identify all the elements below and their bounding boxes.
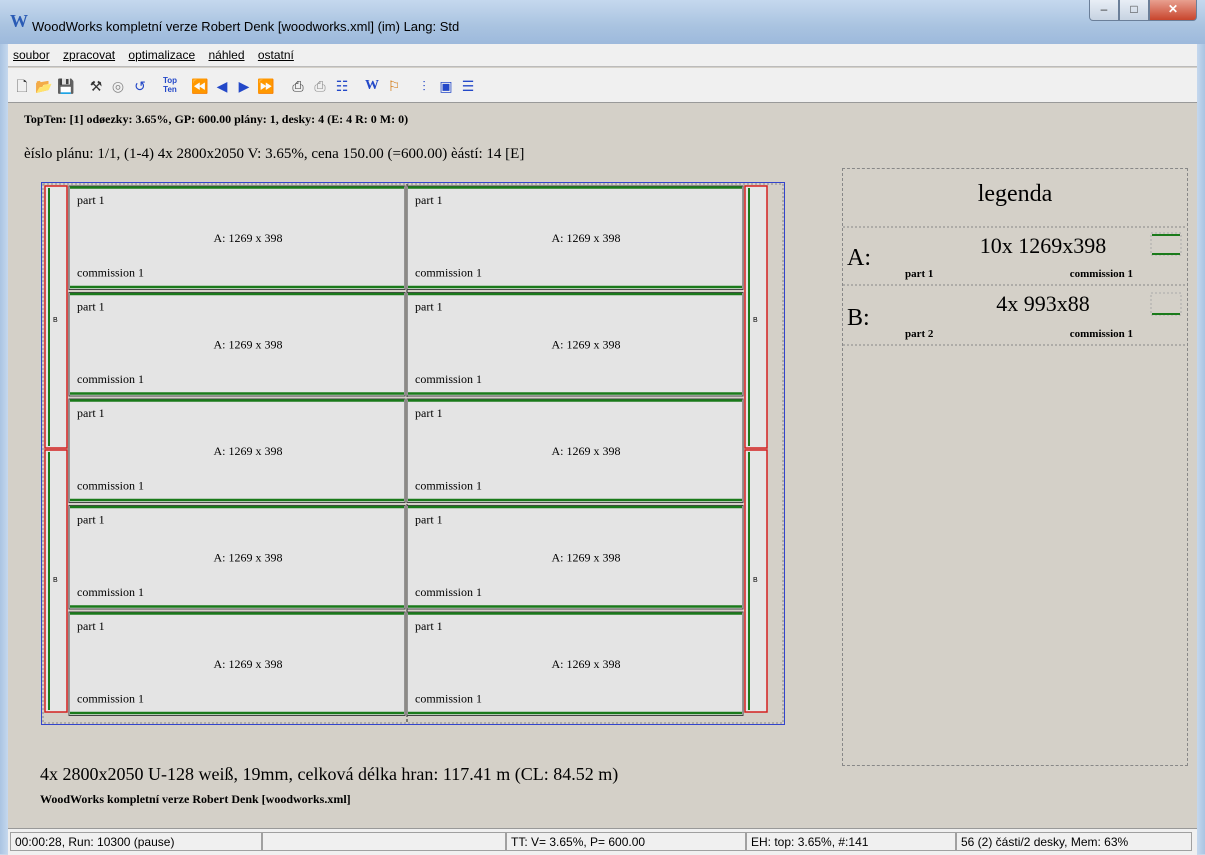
print-preview-icon[interactable]: ⎙ [310, 76, 330, 96]
minimize-button[interactable]: – [1089, 0, 1119, 21]
status-memory: 56 (2) části/2 desky, Mem: 63% [956, 832, 1192, 851]
status-eh: EH: top: 3.65%, #:141 [746, 832, 956, 851]
legend-edge-icon-a [1150, 232, 1182, 256]
cutting-board[interactable]: B B B B part 1 A: 1269 x 398 commission 1 p… [41, 182, 785, 725]
topten-icon[interactable]: Top Ten [160, 76, 180, 96]
maximize-button[interactable]: □ [1119, 0, 1149, 21]
legend-commission-b: commission 1 [1070, 328, 1133, 340]
strip-label-left-top: B [53, 317, 58, 324]
save-icon[interactable]: 💾 [56, 76, 76, 96]
part-r4-c1-commission: commission 1 [77, 585, 144, 599]
close-button[interactable]: ✕ [1149, 0, 1197, 21]
legend-part-b: part 2 [905, 328, 934, 340]
window-controls: – □ ✕ [1089, 0, 1197, 22]
status-empty [262, 832, 506, 851]
print-icon[interactable]: ⎙ [288, 76, 308, 96]
grid-icon[interactable]: ☷ [332, 76, 352, 96]
app-logo-icon: W [10, 11, 28, 31]
part-r4-c2-name: part 1 [415, 513, 443, 527]
part-r1-c2-size: A: 1269 x 398 [552, 231, 621, 245]
first-icon[interactable]: ⏪ [190, 76, 210, 96]
part-r5-c1-commission: commission 1 [77, 692, 144, 706]
title-bar[interactable]: W WoodWorks kompletní verze Robert Denk … [0, 0, 1205, 44]
legend-panel: legenda A: 10x 1269x398 part 1 commissio… [842, 168, 1188, 766]
part-r1-c1-size: A: 1269 x 398 [214, 231, 283, 245]
part-r4-c2-commission: commission 1 [415, 585, 482, 599]
status-time: 00:00:28, Run: 10300 (pause) [10, 832, 262, 851]
part-r3-c1-commission: commission 1 [77, 479, 144, 493]
legend-commission-a: commission 1 [1070, 268, 1133, 280]
menu-zpracovat[interactable]: zpracovat [58, 44, 120, 62]
next-icon[interactable]: ▶ [234, 76, 254, 96]
last-icon[interactable]: ⏩ [256, 76, 276, 96]
part-r5-c1-size: A: 1269 x 398 [214, 657, 283, 671]
part-r1-c2-name: part 1 [415, 193, 443, 207]
part-r1-c1-commission: commission 1 [77, 266, 144, 280]
open-folder-icon[interactable]: 📂 [34, 76, 54, 96]
legend-qty-b: 4x 993x88 [996, 291, 1090, 316]
menu-ostatni[interactable]: ostatní [253, 44, 299, 62]
part-r2-c1-commission: commission 1 [77, 372, 144, 386]
part-r2-c2-name: part 1 [415, 300, 443, 314]
status-bar: 00:00:28, Run: 10300 (pause) TT: V= 3.65… [8, 828, 1197, 855]
part-r5-c1-name: part 1 [77, 619, 105, 633]
part-r3-c2-size: A: 1269 x 398 [552, 444, 621, 458]
menu-nahled[interactable]: náhled [203, 44, 249, 62]
settings-sliders-icon[interactable]: ⫶ [414, 76, 434, 96]
part-r1-c2-commission: commission 1 [415, 266, 482, 280]
part-r2-c2-size: A: 1269 x 398 [552, 338, 621, 352]
part-r3-c2-name: part 1 [415, 406, 443, 420]
strip-left [44, 185, 68, 713]
legend-title: legenda [978, 181, 1053, 207]
window-frame-left [0, 0, 8, 854]
previous-icon[interactable]: ◀ [212, 76, 232, 96]
app-subtitle: WoodWorks kompletní verze Robert Denk [w… [40, 792, 351, 806]
part-r2-c1-size: A: 1269 x 398 [214, 338, 283, 352]
part-r4-c1-size: A: 1269 x 398 [214, 551, 283, 565]
topten-info: TopTen: [1] odøezky: 3.65%, GP: 600.00 p… [24, 112, 409, 126]
strip-right [744, 185, 768, 713]
strip-label-right-bottom: B [753, 577, 758, 584]
part-r1-c1-name: part 1 [77, 193, 105, 207]
part-r4-c1-name: part 1 [77, 513, 105, 527]
part-r2-c2-commission: commission 1 [415, 372, 482, 386]
part-r5-c2-commission: commission 1 [415, 692, 482, 706]
legend-key-a: A: [847, 245, 871, 271]
help-icon[interactable]: ⚐ [384, 76, 404, 96]
status-topten: TT: V= 3.65%, P= 600.00 [506, 832, 746, 851]
legend-part-a: part 1 [905, 268, 933, 280]
refresh-icon[interactable]: ↺ [130, 76, 150, 96]
legend-svg: legenda A: 10x 1269x398 part 1 commissio… [843, 181, 1187, 346]
strip-label-left-bottom: B [53, 577, 58, 584]
part-r3-c1-size: A: 1269 x 398 [214, 444, 283, 458]
plan-info: èíslo plánu: 1/1, (1-4) 4x 2800x2050 V: … [24, 146, 525, 162]
window-frame-right [1197, 0, 1205, 854]
stop-icon[interactable]: ◎ [108, 76, 128, 96]
part-r5-c2-name: part 1 [415, 619, 443, 633]
woodworks-icon[interactable]: W [362, 76, 382, 96]
part-r3-c1-name: part 1 [77, 406, 105, 420]
part-r2-c1-name: part 1 [77, 300, 105, 314]
menu-optimalizace[interactable]: optimalizace [123, 44, 200, 62]
legend-qty-a: 10x 1269x398 [980, 233, 1107, 258]
strip-label-right-top: B [753, 317, 758, 324]
menu-soubor[interactable]: soubor [8, 44, 55, 62]
window-title: WoodWorks kompletní verze Robert Denk [w… [32, 19, 460, 34]
menu-bar: soubor zpracovat optimalizace náhled ost… [8, 44, 1197, 67]
process-icon[interactable]: ⚒ [86, 76, 106, 96]
new-file-icon[interactable]: 🗋 [12, 76, 32, 96]
application-window: W WoodWorks kompletní verze Robert Denk … [0, 0, 1205, 855]
material-summary: 4x 2800x2050 U-128 weiß, 19mm, celková d… [40, 764, 619, 784]
part-r3-c2-commission: commission 1 [415, 479, 482, 493]
list-view-icon[interactable]: ☰ [458, 76, 478, 96]
part-r4-c2-size: A: 1269 x 398 [552, 551, 621, 565]
legend-key-b: B: [847, 305, 870, 331]
part-r5-c2-size: A: 1269 x 398 [552, 657, 621, 671]
legend-edge-icon-b [1150, 292, 1182, 316]
layout-icon[interactable]: ▣ [436, 76, 456, 96]
toolbar: 🗋 📂 💾 ⚒ ◎ ↺ Top Ten ⏪ ◀ ▶ ⏩ ⎙ ⎙ ☷ W ⚐ ⫶ ▣… [8, 68, 1197, 103]
